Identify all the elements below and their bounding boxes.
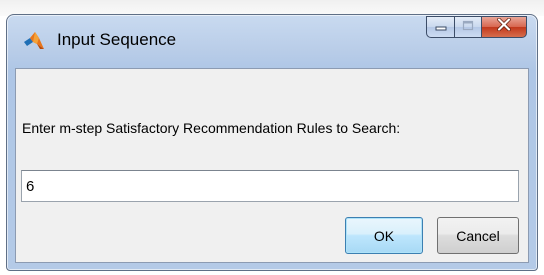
close-button[interactable] [481,16,527,38]
title-bar[interactable]: Input Sequence [7,15,537,61]
sequence-input[interactable] [21,170,519,202]
matlab-icon [23,29,45,51]
maximize-icon [462,18,474,36]
ok-button[interactable]: OK [345,217,423,254]
caption-buttons [426,16,527,40]
minimize-button[interactable] [426,16,454,38]
prompt-label: Enter m-step Satisfactory Recommendation… [22,120,401,136]
maximize-button[interactable] [454,16,481,38]
cancel-button[interactable]: Cancel [437,217,519,254]
close-icon [497,17,511,36]
dialog-content: Enter m-step Satisfactory Recommendation… [15,68,529,263]
input-dialog-window: Input Sequence Enter m-step Satisfactory… [6,14,538,271]
window-title: Input Sequence [57,30,177,49]
minimize-icon [435,18,447,36]
